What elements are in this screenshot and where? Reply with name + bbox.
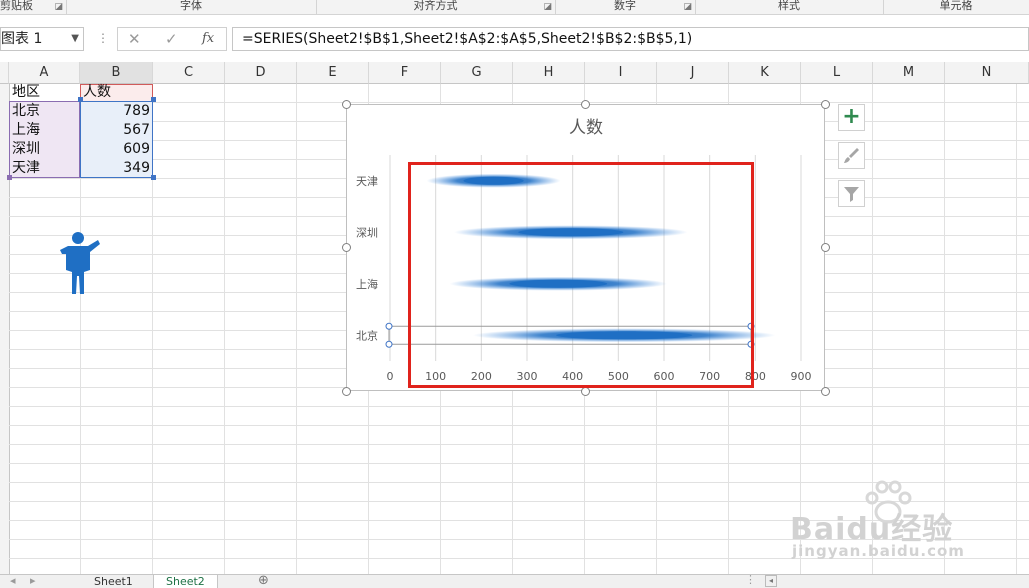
column-header[interactable]: F <box>369 62 441 84</box>
ribbon-group-labels: 剪贴板 ◪ 字体 对齐方式 ◪ 数字 ◪ 样式 单元格 <box>0 0 1029 15</box>
column-header[interactable]: C <box>153 62 225 84</box>
watermark-url: jingyan.baidu.com <box>792 542 965 560</box>
column-header[interactable]: J <box>657 62 729 84</box>
cancel-icon[interactable]: ✕ <box>128 30 141 48</box>
chart-resize-handle[interactable] <box>581 100 590 109</box>
table-cell-count[interactable]: 567 <box>80 121 153 140</box>
table-cell-region[interactable]: 上海 <box>9 121 80 140</box>
formula-input[interactable]: =SERIES(Sheet2!$B$1,Sheet2!$A$2:$A$5,She… <box>232 27 1029 51</box>
more-icon[interactable]: ⋮ <box>745 573 756 586</box>
more-icon[interactable]: ⋮ <box>97 31 109 45</box>
dialog-launcher-icon[interactable]: ◪ <box>54 1 63 13</box>
chart-resize-handle[interactable] <box>821 100 830 109</box>
scroll-left-icon[interactable]: ◂ <box>765 575 777 587</box>
sheet-tab[interactable]: Sheet1 <box>82 575 145 588</box>
chart-resize-handle[interactable] <box>821 387 830 396</box>
paintbrush-icon <box>844 148 859 163</box>
table-header-region[interactable]: 地区 <box>9 83 80 102</box>
column-header[interactable]: B <box>80 62 153 84</box>
column-header[interactable]: E <box>297 62 369 84</box>
chart-resize-handle[interactable] <box>342 387 351 396</box>
chart-resize-handle[interactable] <box>342 100 351 109</box>
column-header[interactable]: N <box>945 62 1029 84</box>
x-tick-label: 900 <box>791 370 812 383</box>
chart-elements-button[interactable]: + <box>838 104 865 131</box>
table-header-count[interactable]: 人数 <box>80 83 153 102</box>
chart-filters-button[interactable] <box>838 180 865 207</box>
column-header[interactable]: A <box>9 62 80 84</box>
dialog-launcher-icon[interactable]: ◪ <box>543 1 552 13</box>
ribbon-group-font[interactable]: 字体 <box>66 0 317 14</box>
scroll-right-icon[interactable]: ▸ <box>30 574 36 587</box>
highlight-annotation <box>408 162 754 388</box>
filter-icon <box>844 187 859 202</box>
insert-function-icon[interactable]: fx <box>202 31 214 46</box>
column-header[interactable]: K <box>729 62 801 84</box>
chart-resize-handle[interactable] <box>821 243 830 252</box>
ribbon-group-label: 剪贴板 <box>0 0 33 12</box>
select-all-corner[interactable] <box>0 62 9 84</box>
plus-icon: + <box>842 104 861 129</box>
ribbon-group-label: 样式 <box>778 0 800 12</box>
selection-handle[interactable] <box>385 322 393 330</box>
table-cell-region[interactable]: 天津 <box>9 159 80 178</box>
name-box-value: 图表 1 <box>1 31 43 47</box>
category-label: 北京 <box>356 328 378 342</box>
category-label: 上海 <box>356 277 378 291</box>
ribbon-group-label: 单元格 <box>939 0 973 12</box>
add-sheet-icon[interactable]: ⊕ <box>258 573 269 588</box>
chart-styles-button[interactable] <box>838 142 865 169</box>
table-cell-count[interactable]: 349 <box>80 159 153 178</box>
name-box[interactable]: 图表 1 ▼ <box>0 27 84 51</box>
formula-bar: 图表 1 ▼ ⋮ ✕ ✓ fx =SERIES(Sheet2!$B$1,Shee… <box>0 23 1029 56</box>
ribbon-group-label: 对齐方式 <box>413 0 458 12</box>
table-cell-region[interactable]: 深圳 <box>9 140 80 159</box>
scroll-left-icon[interactable]: ◂ <box>10 574 16 587</box>
chart-resize-handle[interactable] <box>581 387 590 396</box>
selection-handle[interactable] <box>385 340 393 348</box>
category-labels: 北京上海深圳天津 <box>356 175 378 343</box>
enter-icon[interactable]: ✓ <box>165 30 178 48</box>
table-cell-count[interactable]: 609 <box>80 140 153 159</box>
column-header[interactable]: D <box>225 62 297 84</box>
formula-buttons: ✕ ✓ fx <box>117 27 227 51</box>
column-header[interactable]: L <box>801 62 873 84</box>
category-label: 天津 <box>356 175 378 188</box>
sheet-tab-active[interactable]: Sheet2 <box>153 575 218 588</box>
chart-title[interactable]: 人数 <box>569 118 603 138</box>
column-header[interactable]: M <box>873 62 945 84</box>
ribbon-group-clipboard[interactable]: 剪贴板 ◪ <box>0 0 67 14</box>
ribbon-group-label: 数字 <box>614 0 636 12</box>
person-icon[interactable] <box>58 230 102 296</box>
ribbon-group-styles[interactable]: 样式 <box>695 0 884 14</box>
table-cell-count[interactable]: 789 <box>80 102 153 121</box>
ribbon-group-label: 字体 <box>180 0 202 12</box>
ribbon-group-alignment[interactable]: 对齐方式 ◪ <box>316 0 556 14</box>
column-header[interactable]: H <box>513 62 585 84</box>
chart-resize-handle[interactable] <box>342 243 351 252</box>
category-label: 深圳 <box>356 226 378 239</box>
ribbon-group-number[interactable]: 数字 ◪ <box>555 0 696 14</box>
sheet-tabs-bar: ◂ ▸ Sheet1 Sheet2 ⊕ ⋮ ◂ <box>0 573 1029 588</box>
column-header[interactable]: I <box>585 62 657 84</box>
dialog-launcher-icon[interactable]: ◪ <box>683 1 692 13</box>
table-cell-region[interactable]: 北京 <box>9 102 80 121</box>
ribbon-group-cells[interactable]: 单元格 <box>883 0 1029 14</box>
chevron-down-icon[interactable]: ▼ <box>71 28 79 50</box>
x-tick-label: 0 <box>387 370 394 383</box>
column-header[interactable]: G <box>441 62 513 84</box>
